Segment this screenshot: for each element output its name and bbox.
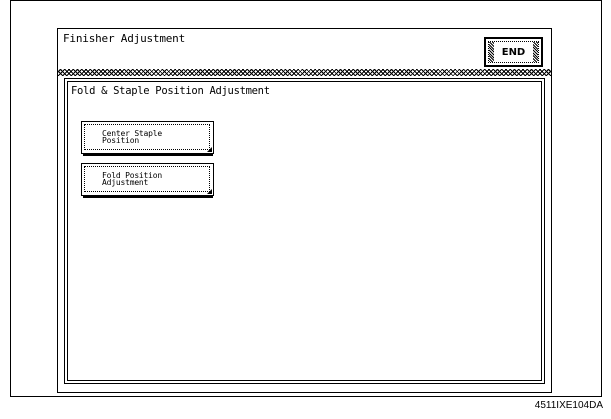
end-button-right-dither xyxy=(533,42,538,62)
fold-position-adjustment-button[interactable]: Fold Position Adjustment xyxy=(81,163,214,198)
button-shadow xyxy=(83,196,213,198)
button-shadow xyxy=(83,154,213,156)
fold-position-adjustment-label: Fold Position Adjustment xyxy=(102,171,163,187)
end-button-left-dither xyxy=(489,42,494,62)
end-button[interactable]: END xyxy=(484,37,543,67)
finisher-adjustment-screen: Finisher Adjustment END Fold & Staple Po… xyxy=(57,28,552,393)
end-button-label: END xyxy=(501,46,526,58)
center-staple-position-button[interactable]: Center Staple Position xyxy=(81,121,214,156)
figure-code: 4511IXE104DA xyxy=(534,400,603,411)
fold-staple-panel: Fold & Staple Position Adjustment Center… xyxy=(64,78,545,384)
header-dither-band xyxy=(58,69,551,76)
center-staple-position-label: Center Staple Position xyxy=(102,129,163,145)
panel-title: Fold & Staple Position Adjustment xyxy=(71,85,270,97)
screen-title: Finisher Adjustment xyxy=(63,32,186,45)
